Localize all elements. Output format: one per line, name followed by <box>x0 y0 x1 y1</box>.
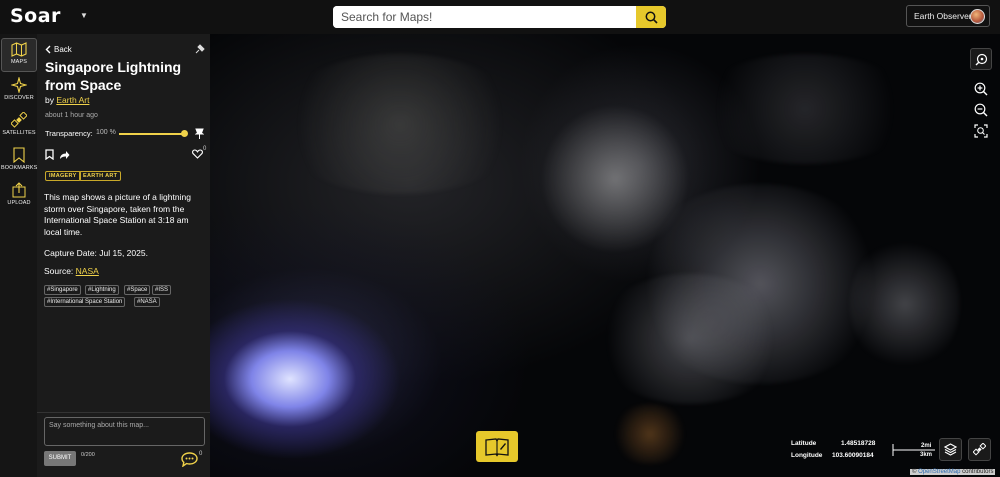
satellite-overlay-button[interactable] <box>968 438 991 461</box>
chevron-left-icon <box>45 45 51 54</box>
map-view[interactable]: Latitude 1.48518728 Longitude 103.600901… <box>210 34 1000 477</box>
search-bar <box>333 6 666 28</box>
scale-km: 3km <box>920 452 933 458</box>
tag-international-space-station[interactable]: #International Space Station <box>44 297 126 307</box>
logo-dropdown-icon[interactable]: ▼ <box>80 11 88 20</box>
map-icon <box>11 42 27 57</box>
top-bar: Soar ▼ Earth Observer <box>0 0 1000 34</box>
source-label: Source: <box>44 266 74 276</box>
tag-nasa[interactable]: #NASA <box>134 297 160 307</box>
guide-button[interactable] <box>476 431 518 462</box>
nav-label-satellites: SATELLITES <box>2 130 36 136</box>
satellite-icon <box>11 112 27 128</box>
comment-box <box>44 417 205 446</box>
longitude-value: 103.60090184 <box>832 452 874 459</box>
layers-button[interactable] <box>939 438 962 461</box>
back-button[interactable]: Back <box>45 45 72 54</box>
soar-logo[interactable]: Soar <box>10 5 61 27</box>
zoom-extent-icon <box>974 124 988 138</box>
nav-label-bookmarks: BOOKMARKS <box>1 165 38 171</box>
comment-input[interactable] <box>45 418 204 445</box>
layers-icon <box>944 443 957 456</box>
map-description: This map shows a picture of a lightning … <box>44 192 191 237</box>
panel-divider <box>37 412 210 413</box>
attribution-symbol: © <box>912 469 917 475</box>
nav-item-discover[interactable]: DISCOVER <box>1 74 37 108</box>
avatar <box>970 9 985 24</box>
book-icon <box>485 437 509 457</box>
share-button[interactable] <box>59 150 70 160</box>
satellite-icon <box>973 443 986 456</box>
search-input[interactable] <box>333 6 636 28</box>
nav-item-maps[interactable]: MAPS <box>1 38 37 72</box>
city-lights <box>690 54 920 164</box>
user-name: Earth Observer <box>914 11 972 21</box>
nav-label-upload: UPLOAD <box>7 200 31 206</box>
transparency-slider[interactable] <box>119 133 187 135</box>
zoom-to-fit-button[interactable] <box>970 120 992 142</box>
left-nav: MAPS DISCOVER SATELLITES BOOKMARKS UPLOA… <box>0 34 37 477</box>
city-lights <box>590 274 790 404</box>
latitude-value: 1.48518728 <box>841 440 876 447</box>
like-button[interactable] <box>192 149 203 159</box>
zoom-out-icon <box>974 103 988 117</box>
city-lights <box>270 54 530 194</box>
source-link[interactable]: NASA <box>76 266 99 276</box>
transparency-value: 100 % <box>96 129 116 136</box>
scale-mi: 2mi <box>921 443 932 449</box>
tag-iss[interactable]: #ISS <box>152 285 172 295</box>
capture-date: Capture Date: Jul 15, 2025. <box>44 248 148 258</box>
zoom-in-button[interactable] <box>970 78 992 100</box>
city-lights <box>850 234 960 374</box>
tag-space[interactable]: #Space <box>124 285 151 295</box>
source: Source: NASA <box>44 266 99 276</box>
back-label: Back <box>54 45 72 54</box>
user-menu-button[interactable]: Earth Observer <box>906 5 990 27</box>
category-chip-earth-art[interactable]: EARTH ART <box>79 171 122 181</box>
search-location-icon <box>975 53 987 65</box>
nav-item-satellites[interactable]: SATELLITES <box>1 109 37 143</box>
nav-label-maps: MAPS <box>11 59 27 65</box>
sparkle-icon <box>11 77 27 93</box>
tag-lightning[interactable]: #Lightning <box>85 285 119 295</box>
nav-item-bookmarks[interactable]: BOOKMARKS <box>1 144 37 178</box>
bookmark-icon <box>13 147 25 163</box>
map-attribution: © OpenStreetMap contributors <box>910 469 996 475</box>
search-icon <box>645 11 658 24</box>
attribution-suffix: contributors <box>962 469 994 475</box>
nav-item-upload[interactable]: UPLOAD <box>1 179 37 213</box>
post-time: about 1 hour ago <box>45 112 98 119</box>
transparency-label: Transparency: <box>45 129 93 138</box>
zoom-out-button[interactable] <box>970 99 992 121</box>
transparency-slider-handle[interactable] <box>181 130 188 137</box>
comment-count: 0 <box>199 451 203 457</box>
byline-prefix: by <box>45 95 54 105</box>
map-detail-panel: Back Singapore Lightning from Space by E… <box>37 34 210 477</box>
nav-label-discover: DISCOVER <box>4 95 34 101</box>
unpin-icon[interactable] <box>195 44 205 54</box>
attribution-link[interactable]: OpenStreetMap <box>918 469 960 475</box>
map-title: Singapore Lightning from Space <box>45 59 182 93</box>
submit-button[interactable]: SUBMIT <box>44 451 76 466</box>
longitude-label: Longitude <box>791 452 823 459</box>
byline: by Earth Art <box>45 95 89 105</box>
char-counter: 0/200 <box>81 452 95 458</box>
city-lights <box>610 404 690 464</box>
tag-singapore[interactable]: #Singapore <box>44 285 81 295</box>
pin-icon[interactable] <box>195 128 204 139</box>
zoom-in-icon <box>974 82 988 96</box>
upload-icon <box>12 182 26 198</box>
search-area-button[interactable] <box>970 48 992 70</box>
bookmark-button[interactable] <box>45 149 54 160</box>
like-count: 0 <box>203 146 207 152</box>
search-button[interactable] <box>636 6 666 28</box>
category-chip-imagery[interactable]: IMAGERY <box>45 171 81 181</box>
author-link[interactable]: Earth Art <box>56 95 89 105</box>
comments-icon[interactable] <box>181 452 198 467</box>
latitude-label: Latitude <box>791 440 817 447</box>
